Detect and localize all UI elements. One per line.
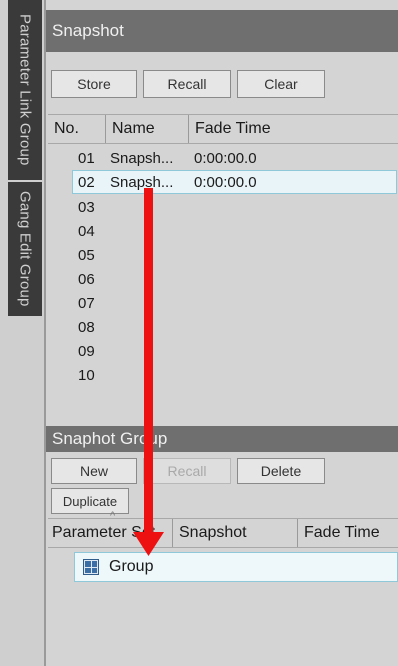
snapshot-number: 02 (78, 173, 95, 191)
snapshot-panel: Snapshot Store Recall Clear No. Name Fad… (46, 0, 398, 666)
snapshot-list: 01 Snapsh... 0:00:00.0 02 Snapsh... 0:00… (48, 144, 398, 402)
delete-button[interactable]: Delete (237, 458, 325, 484)
snapshot-name: Snapsh... (110, 149, 174, 167)
snapshot-fade-time: 0:00:00.0 (194, 149, 257, 167)
duplicate-button[interactable]: Duplicate (51, 488, 129, 514)
snapshot-number: 07 (78, 294, 95, 312)
snapshot-fade-time: 0:00:00.0 (194, 173, 257, 191)
snapshot-group-header: Snaphot Group (46, 426, 398, 452)
grid-group-icon (83, 559, 99, 575)
clear-button[interactable]: Clear (237, 70, 325, 98)
snapshot-number: 04 (78, 222, 95, 240)
group-recall-button[interactable]: Recall (143, 458, 231, 484)
snapshot-number: 09 (78, 342, 95, 360)
column-snapshot[interactable]: Snapshot (172, 519, 296, 547)
tab-label: Gang Edit Group (16, 191, 34, 307)
snapshot-header: Snapshot (46, 10, 398, 52)
group-item[interactable]: Group (74, 552, 398, 582)
group-table-header: ^ Parameter Set Snapshot Fade Time (48, 510, 398, 548)
snapshot-group-list: Group (48, 548, 398, 666)
group-item-label: Group (109, 558, 154, 575)
snapshot-group-title: Snaphot Group (52, 429, 168, 448)
tab-gang-edit-group[interactable]: Gang Edit Group (8, 182, 42, 316)
column-parameter-set[interactable]: Parameter Set (48, 519, 168, 547)
snapshot-row-selected[interactable]: 02 Snapsh... 0:00:00.0 (72, 170, 397, 194)
side-tab-strip: Parameter Link Group Gang Edit Group (0, 0, 46, 666)
new-button[interactable]: New (51, 458, 137, 484)
snapshot-name: Snapsh... (110, 173, 174, 191)
recall-button[interactable]: Recall (143, 70, 231, 98)
snapshot-table-header: No. Name Fade Time (48, 114, 398, 144)
snapshot-number: 05 (78, 246, 95, 264)
column-fade-time[interactable]: Fade Time (188, 115, 398, 143)
store-button[interactable]: Store (51, 70, 137, 98)
snapshot-title: Snapshot (52, 21, 124, 40)
snapshot-number: 01 (78, 149, 95, 167)
tab-parameter-link-group[interactable]: Parameter Link Group (8, 0, 42, 180)
column-no[interactable]: No. (48, 115, 103, 143)
column-group-fade-time[interactable]: Fade Time (297, 519, 398, 547)
snapshot-number: 10 (78, 366, 95, 384)
column-name[interactable]: Name (105, 115, 187, 143)
tab-label: Parameter Link Group (16, 14, 34, 166)
snapshot-number: 06 (78, 270, 95, 288)
snapshot-number: 08 (78, 318, 95, 336)
snapshot-number: 03 (78, 198, 95, 216)
